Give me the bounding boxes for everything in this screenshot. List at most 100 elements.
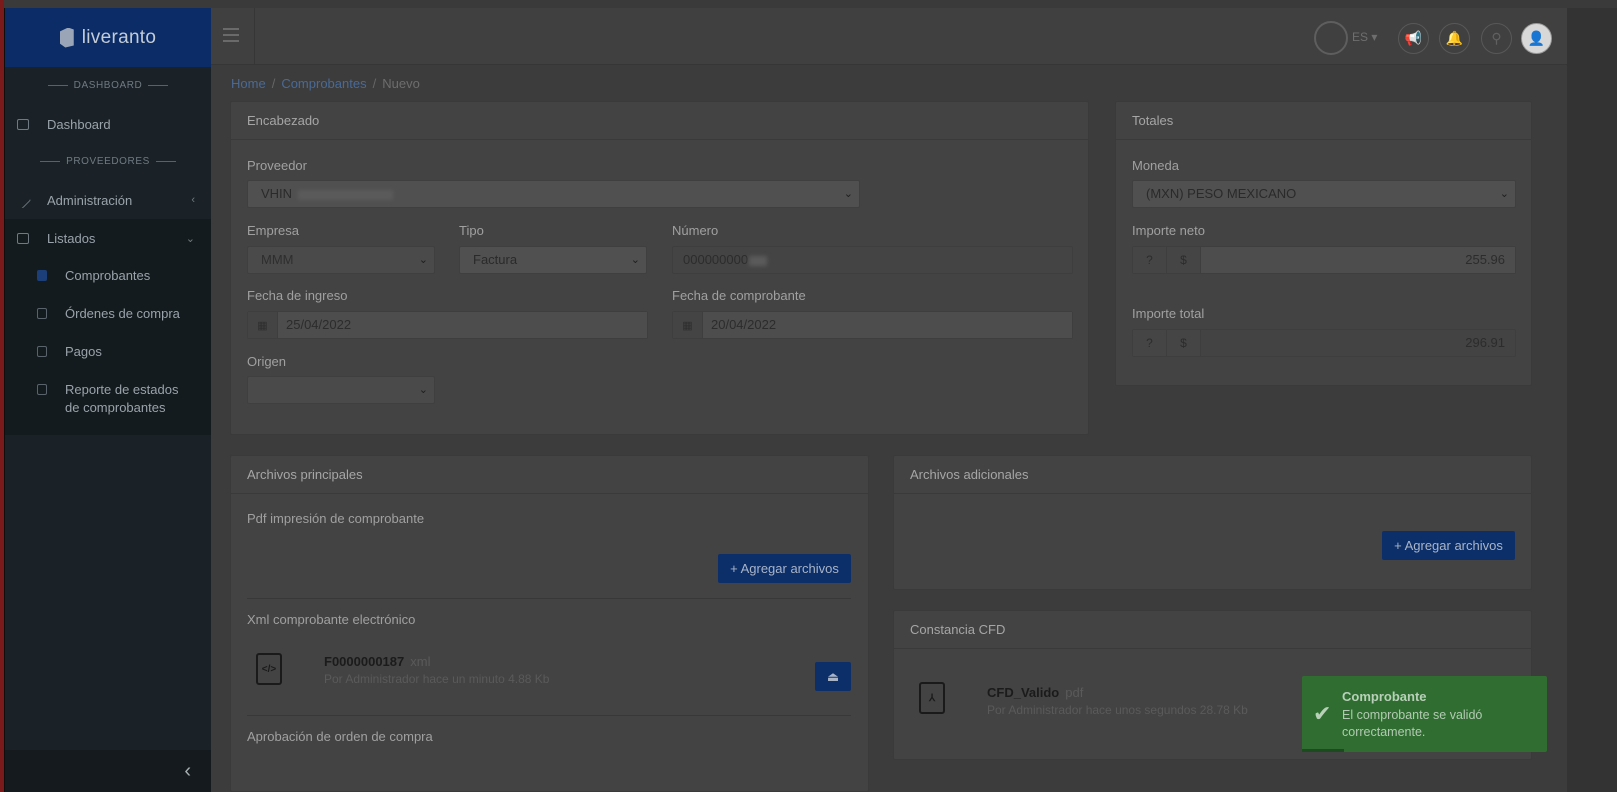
help-circle-icon[interactable]: ? xyxy=(1133,330,1167,356)
toast-progress xyxy=(1302,749,1344,752)
pdf-label: Pdf impresión de comprobante xyxy=(247,511,425,526)
topbar: ES ▾ 📢 🔔 ⚲ 👤 xyxy=(211,8,1567,65)
moneda-select[interactable]: (MXN) PESO MEXICANO ⌄ xyxy=(1132,180,1516,208)
fecha-ingreso-field[interactable]: ▦ 25/04/2022 xyxy=(247,311,648,339)
chevron-down-icon: ⌄ xyxy=(418,384,428,396)
aprobacion-label: Aprobación de orden de compra xyxy=(247,729,433,744)
fecha-comprobante-field[interactable]: ▦ 20/04/2022 xyxy=(672,311,1073,339)
sidebar-subitem-pagos[interactable]: Pagos xyxy=(5,333,211,371)
moneda-label: Moneda xyxy=(1132,158,1179,173)
file-ext: xml xyxy=(410,654,431,669)
numero-input[interactable]: 000000000 xyxy=(672,246,1073,274)
code-file-icon: </> xyxy=(256,653,282,685)
origen-label: Origen xyxy=(247,354,287,369)
encabezado-card: Encabezado Proveedor VHIN ⌄ Empresa MMM … xyxy=(230,101,1089,435)
archivos-principales-card: Archivos principales Pdf impresión de co… xyxy=(230,455,869,792)
importe-total-field[interactable]: ? $ 296.91 xyxy=(1132,329,1516,357)
card-title: Totales xyxy=(1116,102,1531,140)
chevron-down-icon: ⌄ xyxy=(1499,188,1509,200)
brand[interactable]: liveranto xyxy=(5,8,211,67)
xml-file-meta: Por Administrador hace un minuto 4.88 Kb xyxy=(324,672,550,686)
sidebar-submenu: Comprobantes Órdenes de compra Pagos Rep… xyxy=(5,257,211,435)
left-edge xyxy=(0,0,4,792)
file-ext: pdf xyxy=(1065,685,1084,700)
totales-card: Totales Moneda (MXN) PESO MEXICANO ⌄ Imp… xyxy=(1115,101,1532,386)
sidebar-subitem-ordenes[interactable]: Órdenes de compra xyxy=(5,295,211,333)
empresa-select[interactable]: MMM ⌄ xyxy=(247,246,435,274)
fecha-comprobante-value: 20/04/2022 xyxy=(703,312,1072,338)
add-files-button[interactable]: + Agregar archivos xyxy=(1382,531,1515,560)
help-circle-icon[interactable]: ? xyxy=(1133,247,1167,273)
brand-logo-icon xyxy=(59,27,74,48)
table-icon xyxy=(37,384,47,395)
document-icon xyxy=(37,308,47,319)
book-icon xyxy=(17,118,29,130)
redacted-text xyxy=(298,189,394,200)
importe-neto-value: 255.96 xyxy=(1201,247,1515,273)
globe-icon[interactable] xyxy=(1314,21,1348,55)
breadcrumb-comprobantes[interactable]: Comprobantes xyxy=(281,76,366,91)
moneda-value: (MXN) PESO MEXICANO xyxy=(1146,186,1297,201)
fecha-ingreso-value: 25/04/2022 xyxy=(278,312,647,338)
divider xyxy=(247,715,851,716)
card-title: Encabezado xyxy=(231,102,1088,140)
proveedor-value: VHIN xyxy=(261,186,293,201)
download-button[interactable]: ⏏ xyxy=(815,662,851,691)
importe-total-value: 296.91 xyxy=(1465,335,1505,350)
empresa-label: Empresa xyxy=(247,223,300,238)
cfd-file-meta: Por Administrador hace unos segundos 28.… xyxy=(987,703,1248,717)
toast-title: Comprobante xyxy=(1342,689,1427,704)
wrench-icon xyxy=(14,191,32,209)
empresa-value: MMM xyxy=(261,252,294,267)
sidebar-subitem-label: Órdenes de compra xyxy=(65,306,180,321)
calendar-icon: ▦ xyxy=(248,312,278,338)
help-icon[interactable]: ⚲ xyxy=(1481,23,1512,54)
add-files-button[interactable]: + Agregar archivos xyxy=(718,554,851,583)
chevron-down-icon: ⌄ xyxy=(418,254,428,266)
success-toast[interactable]: ✔ Comprobante El comprobante se validó c… xyxy=(1302,676,1547,752)
sidebar-item-dashboard[interactable]: Dashboard xyxy=(5,105,211,143)
bell-icon[interactable]: 🔔 xyxy=(1439,23,1470,54)
chevron-down-icon: ⌄ xyxy=(843,188,853,200)
calendar-icon: ▦ xyxy=(673,312,703,338)
toast-message: El comprobante se validó correctamente. xyxy=(1342,708,1483,739)
chevron-down-icon: ⌄ xyxy=(630,254,640,266)
sidebar-collapse-button[interactable]: ‹ xyxy=(5,750,211,792)
xml-file-name[interactable]: F0000000187 xml xyxy=(324,654,430,669)
breadcrumb-home[interactable]: Home xyxy=(231,76,266,91)
tipo-label: Tipo xyxy=(459,223,484,238)
importe-neto-field[interactable]: ? $ 255.96 xyxy=(1132,246,1516,274)
user-avatar-icon[interactable]: 👤 xyxy=(1521,23,1552,54)
numero-label: Número xyxy=(672,223,719,238)
list-icon xyxy=(17,232,29,244)
currency-symbol: $ xyxy=(1167,330,1201,356)
language-code: ES xyxy=(1352,30,1369,44)
card-title: Archivos adicionales xyxy=(894,456,1531,494)
card-title: Constancia CFD xyxy=(894,611,1531,649)
language-selector[interactable]: ES ▾ xyxy=(1352,30,1377,44)
fecha-ingreso-label: Fecha de ingreso xyxy=(247,288,348,303)
proveedor-label: Proveedor xyxy=(247,158,307,173)
sidebar-subitem-comprobantes[interactable]: Comprobantes xyxy=(5,257,211,295)
topbar-divider xyxy=(254,8,255,65)
tipo-select[interactable]: Factura ⌄ xyxy=(459,246,647,274)
proveedor-select[interactable]: VHIN ⌄ xyxy=(247,180,860,208)
sidebar-subitem-reporte[interactable]: Reporte de estados de comprobantes xyxy=(5,371,211,427)
tipo-value: Factura xyxy=(473,252,518,267)
cfd-file-name[interactable]: CFD_Valido pdf xyxy=(987,685,1083,700)
pdf-file-icon: ⅄ xyxy=(919,682,945,714)
chevron-left-icon: ‹ xyxy=(191,194,195,206)
sidebar-item-label: Administración xyxy=(47,192,133,208)
importe-neto-label: Importe neto xyxy=(1132,223,1205,238)
hamburger-menu-icon[interactable] xyxy=(223,28,239,46)
screen: liveranto DASHBOARD Dashboard PROVEEDORE… xyxy=(0,0,1617,792)
redacted-text xyxy=(749,255,768,266)
sidebar: liveranto DASHBOARD Dashboard PROVEEDORE… xyxy=(5,8,211,792)
megaphone-icon[interactable]: 📢 xyxy=(1398,23,1429,54)
sidebar-item-listados[interactable]: Listados ⌄ xyxy=(5,219,211,257)
chevron-down-icon: ⌄ xyxy=(185,232,195,245)
scrollbar-area[interactable] xyxy=(1567,8,1617,792)
sidebar-item-administracion[interactable]: Administración ‹ xyxy=(5,181,211,219)
origen-select[interactable]: ⌄ xyxy=(247,376,435,404)
sidebar-subitem-label: Comprobantes xyxy=(65,268,151,283)
